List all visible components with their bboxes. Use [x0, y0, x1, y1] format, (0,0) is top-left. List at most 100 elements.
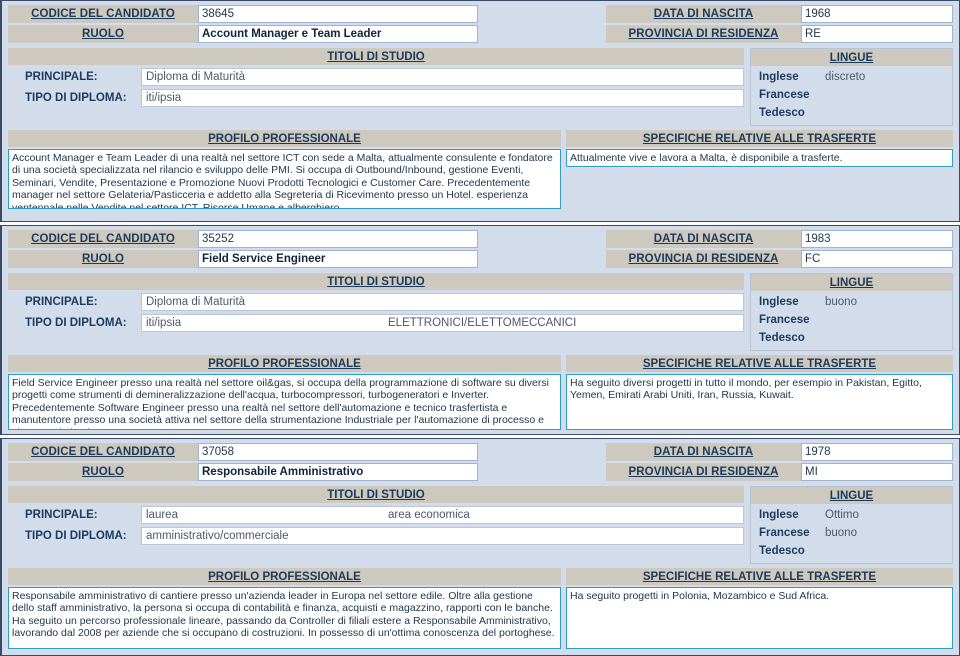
- principale-label: PRINCIPALE:: [25, 71, 98, 83]
- tipo-diploma-main-text: amministrativo/commerciale: [146, 530, 289, 542]
- lingua-inglese-level: buono: [825, 296, 857, 308]
- lingue-header: LINGUE: [751, 49, 952, 66]
- ruolo-row: RUOLO Field Service Engineer: [8, 250, 478, 268]
- provincia-value[interactable]: MI: [801, 463, 953, 481]
- ruolo-row: RUOLO Account Manager e Team Leader: [8, 25, 478, 43]
- principale-row: PRINCIPALE: Diploma di Maturità: [8, 293, 744, 311]
- profilo-text[interactable]: Account Manager e Team Leader di una rea…: [8, 149, 561, 209]
- tipo-diploma-label: TIPO DI DIPLOMA:: [25, 92, 127, 104]
- codice-row: CODICE DEL CANDIDATO 35252: [8, 230, 478, 248]
- provincia-value[interactable]: RE: [801, 25, 953, 43]
- titoli-di-studio-body: PRINCIPALE: Diploma di Maturità TIPO DI …: [8, 290, 744, 339]
- profilo-header: PROFILO PROFESSIONALE: [8, 355, 561, 372]
- provincia-value[interactable]: FC: [801, 250, 953, 268]
- codice-row: CODICE DEL CANDIDATO 38645: [8, 5, 478, 23]
- principale-row: PRINCIPALE: Diploma di Maturità: [8, 68, 744, 86]
- codice-value[interactable]: 38645: [198, 5, 478, 23]
- principale-extra-text: area economica: [388, 509, 470, 521]
- tipo-diploma-row: TIPO DI DIPLOMA: iti/ipsia ELETTRONICI/E…: [8, 314, 744, 332]
- lingua-inglese-row: Inglese Ottimo: [751, 506, 952, 524]
- data-nascita-row: DATA DI NASCITA 1978: [606, 443, 953, 461]
- identity-left-column: CODICE DEL CANDIDATO 37058 RUOLO Respons…: [8, 443, 478, 483]
- codice-label: CODICE DEL CANDIDATO: [8, 443, 198, 461]
- lingua-inglese-level: Ottimo: [825, 509, 859, 521]
- ruolo-value[interactable]: Field Service Engineer: [198, 250, 478, 268]
- data-nascita-label: DATA DI NASCITA: [606, 443, 801, 461]
- lingue-section: LINGUE Inglese discreto Francese Tedesco: [750, 48, 953, 126]
- candidate-record: CODICE DEL CANDIDATO 38645 RUOLO Account…: [0, 0, 960, 222]
- lingua-francese-label: Francese: [759, 89, 810, 101]
- tipo-diploma-extra-text: ELETTRONICI/ELETTOMECCANICI: [388, 317, 577, 329]
- titoli-di-studio-body: PRINCIPALE: Diploma di Maturità TIPO DI …: [8, 65, 744, 114]
- lingua-francese-row: Francese: [751, 86, 952, 104]
- trasferte-section: SPECIFICHE RELATIVE ALLE TRASFERTE Ha se…: [566, 355, 953, 430]
- profilo-professionale-section: PROFILO PROFESSIONALE Responsabile ammin…: [8, 568, 561, 649]
- identity-grid: CODICE DEL CANDIDATO 37058 RUOLO Respons…: [8, 443, 953, 483]
- lingue-body: Inglese Ottimo Francese buono Tedesco: [751, 504, 952, 563]
- principale-label: PRINCIPALE:: [25, 509, 98, 521]
- trasferte-text[interactable]: Ha seguito diversi progetti in tutto il …: [566, 374, 953, 430]
- lingua-inglese-label: Inglese: [759, 296, 799, 308]
- ruolo-row: RUOLO Responsabile Amministrativo: [8, 463, 478, 481]
- principale-value[interactable]: Diploma di Maturità: [141, 293, 744, 311]
- identity-left-column: CODICE DEL CANDIDATO 38645 RUOLO Account…: [8, 5, 478, 45]
- data-nascita-row: DATA DI NASCITA 1968: [606, 5, 953, 23]
- codice-label: CODICE DEL CANDIDATO: [8, 5, 198, 23]
- profilo-header: PROFILO PROFESSIONALE: [8, 568, 561, 585]
- titoli-di-studio-header: TITOLI DI STUDIO: [8, 273, 744, 290]
- titoli-di-studio-section: TITOLI DI STUDIO PRINCIPALE: Diploma di …: [8, 48, 744, 114]
- candidate-records-page: CODICE DEL CANDIDATO 38645 RUOLO Account…: [0, 0, 960, 656]
- principale-value[interactable]: Diploma di Maturità: [141, 68, 744, 86]
- ruolo-value[interactable]: Responsabile Amministrativo: [198, 463, 478, 481]
- lingua-inglese-row: Inglese buono: [751, 293, 952, 311]
- lingue-header: LINGUE: [751, 487, 952, 504]
- tipo-diploma-value[interactable]: iti/ipsia: [141, 89, 744, 107]
- tipo-diploma-row: TIPO DI DIPLOMA: iti/ipsia: [8, 89, 744, 107]
- provincia-label: PROVINCIA DI RESIDENZA: [606, 463, 801, 481]
- lingua-inglese-label: Inglese: [759, 509, 799, 521]
- lingue-header: LINGUE: [751, 274, 952, 291]
- lingua-inglese-label: Inglese: [759, 71, 799, 83]
- tipo-diploma-main-text: iti/ipsia: [146, 317, 182, 329]
- lingua-tedesco-label: Tedesco: [759, 332, 805, 344]
- data-nascita-label: DATA DI NASCITA: [606, 230, 801, 248]
- data-nascita-value[interactable]: 1983: [801, 230, 953, 248]
- identity-left-column: CODICE DEL CANDIDATO 35252 RUOLO Field S…: [8, 230, 478, 270]
- ruolo-label: RUOLO: [8, 25, 198, 43]
- identity-grid: CODICE DEL CANDIDATO 38645 RUOLO Account…: [8, 5, 953, 45]
- tipo-diploma-value[interactable]: amministrativo/commerciale: [141, 527, 744, 545]
- identity-right-column: DATA DI NASCITA 1983 PROVINCIA DI RESIDE…: [606, 230, 953, 270]
- provincia-row: PROVINCIA DI RESIDENZA FC: [606, 250, 953, 268]
- profilo-text[interactable]: Responsabile amministrativo di cantiere …: [8, 587, 561, 649]
- codice-value[interactable]: 35252: [198, 230, 478, 248]
- lingua-francese-level: buono: [825, 527, 857, 539]
- profilo-text[interactable]: Field Service Engineer presso una realtà…: [8, 374, 561, 430]
- ruolo-value[interactable]: Account Manager e Team Leader: [198, 25, 478, 43]
- lingue-section: LINGUE Inglese buono Francese Tedesco: [750, 273, 953, 351]
- titoli-di-studio-body: PRINCIPALE: laurea area economica TIPO D…: [8, 503, 744, 552]
- data-nascita-row: DATA DI NASCITA 1983: [606, 230, 953, 248]
- identity-grid: CODICE DEL CANDIDATO 35252 RUOLO Field S…: [8, 230, 953, 270]
- lingua-francese-row: Francese: [751, 311, 952, 329]
- trasferte-text[interactable]: Attualmente vive e lavora a Malta, è dis…: [566, 149, 953, 168]
- data-nascita-value[interactable]: 1968: [801, 5, 953, 23]
- education-languages-grid: TITOLI DI STUDIO PRINCIPALE: Diploma di …: [8, 48, 953, 126]
- lingua-tedesco-row: Tedesco: [751, 542, 952, 560]
- codice-value[interactable]: 37058: [198, 443, 478, 461]
- lingue-section: LINGUE Inglese Ottimo Francese buono Ted…: [750, 486, 953, 564]
- ruolo-label: RUOLO: [8, 250, 198, 268]
- data-nascita-value[interactable]: 1978: [801, 443, 953, 461]
- trasferte-header: SPECIFICHE RELATIVE ALLE TRASFERTE: [566, 568, 953, 585]
- trasferte-text[interactable]: Ha seguito progetti in Polonia, Mozambic…: [566, 587, 953, 649]
- tipo-diploma-value[interactable]: iti/ipsia ELETTRONICI/ELETTOMECCANICI: [141, 314, 744, 332]
- trasferte-section: SPECIFICHE RELATIVE ALLE TRASFERTE Attua…: [566, 130, 953, 209]
- lingue-body: Inglese discreto Francese Tedesco: [751, 66, 952, 125]
- trasferte-header: SPECIFICHE RELATIVE ALLE TRASFERTE: [566, 355, 953, 372]
- tipo-diploma-main-text: iti/ipsia: [146, 92, 182, 104]
- principale-value[interactable]: laurea area economica: [141, 506, 744, 524]
- lingua-inglese-row: Inglese discreto: [751, 68, 952, 86]
- education-languages-grid: TITOLI DI STUDIO PRINCIPALE: laurea area…: [8, 486, 953, 564]
- provincia-label: PROVINCIA DI RESIDENZA: [606, 25, 801, 43]
- titoli-di-studio-section: TITOLI DI STUDIO PRINCIPALE: Diploma di …: [8, 273, 744, 339]
- principale-main-text: Diploma di Maturità: [146, 296, 246, 308]
